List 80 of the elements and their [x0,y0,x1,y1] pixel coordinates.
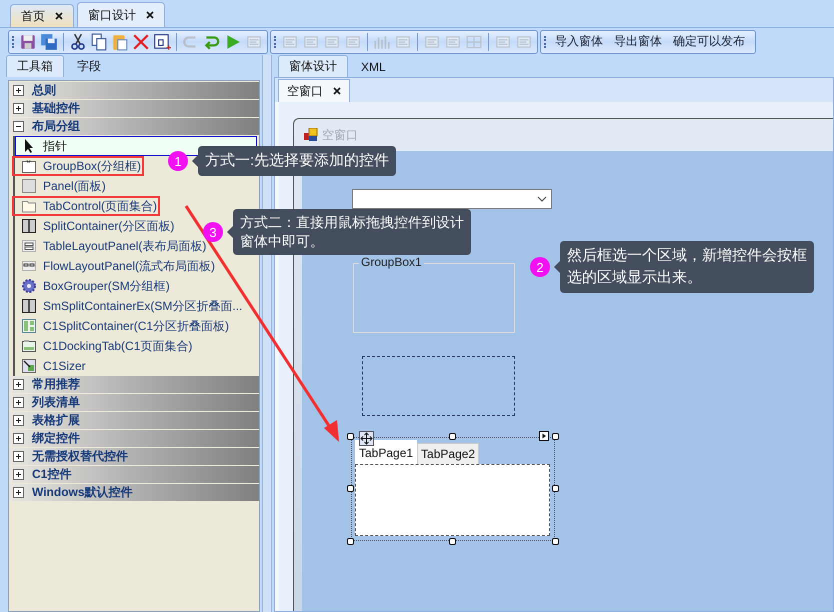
scissors-icon[interactable] [69,32,87,50]
form-title: 空窗口 [322,126,358,144]
expand-icon[interactable] [13,397,24,408]
expand-icon[interactable] [13,487,24,498]
docking-tab-icon [21,338,37,354]
text-box-icon[interactable] [153,32,171,50]
resize-handle[interactable] [347,485,354,492]
tab-page[interactable]: TabPage1 [355,440,418,464]
resize-handle[interactable] [552,538,559,545]
toolbox-category[interactable]: 总则 [9,82,259,99]
toolbox-category[interactable]: 基础控件 [9,100,259,117]
toolbox-item[interactable]: BoxGrouper(SM分组框) [15,276,171,296]
panel-tab[interactable]: 工具箱 [6,55,64,77]
toolbar-button[interactable]: 导出窗体 [610,33,666,50]
callout-tooltip: 方式一:先选择要添加的控件 [198,146,396,176]
panel-tab[interactable]: 字段 [66,55,112,77]
document-tab[interactable]: 首页 [10,4,74,27]
expand-icon[interactable] [13,379,24,390]
tab-control[interactable]: TabPage1 TabPage2 [351,437,555,541]
callout-tooltip: 然后框选一个区域，新增控件会按框选的区域显示出来。 [560,241,814,293]
toolbox-category[interactable]: 绑定控件 [9,430,259,447]
resize-handle[interactable] [552,485,559,492]
delete-icon[interactable] [132,32,150,50]
toolbox-category[interactable]: 布局分组 [9,118,259,135]
expand-icon[interactable] [13,433,24,444]
groupbox-icon [21,158,37,174]
toolbox-item[interactable]: GroupBox(分组框) [15,156,142,176]
editor-tab[interactable]: 窗体设计 [278,55,348,77]
gear-icon [21,278,37,294]
close-icon[interactable] [55,12,63,20]
expand-icon[interactable] [13,85,24,96]
resize-handle[interactable] [449,538,456,545]
toolbox-item[interactable]: TabControl(页面集合) [15,196,158,216]
toolbox-item[interactable]: C1SplitContainer(C1分区折叠面板) [15,316,230,336]
expand-icon[interactable] [13,451,24,462]
group-box-label: GroupBox1 [359,255,424,270]
move-icon[interactable] [359,431,374,446]
combo-box[interactable] [352,189,552,209]
collapse-icon[interactable] [13,121,24,132]
resize-handle[interactable] [347,538,354,545]
chevron-down-icon [537,196,547,202]
toolbox-category[interactable]: 常用推荐 [9,376,259,393]
toolbox-category[interactable]: 无需授权替代控件 [9,448,259,465]
copy-icon[interactable] [90,32,108,50]
toolbox-item[interactable]: Panel(面板) [15,176,107,196]
folder-icon [21,198,37,214]
save-all-icon[interactable] [40,32,58,50]
toolbox-item[interactable]: FlowLayoutPanel(流式布局面板) [15,256,216,276]
close-icon[interactable] [333,87,341,95]
toolbox-item[interactable]: C1DockingTab(C1页面集合) [15,336,194,356]
resize-handle[interactable] [552,433,559,440]
expand-icon[interactable] [13,415,24,426]
panel-icon [21,178,37,194]
toolbox-item[interactable]: C1Sizer [15,356,87,376]
resize-handle[interactable] [449,433,456,440]
form-icon [304,128,318,142]
callout-tooltip: 方式二：直接用鼠标拖拽控件到设计窗体中即可。 [233,209,471,255]
expand-icon[interactable] [13,469,24,480]
document-tab[interactable]: 窗口设计 [77,2,165,27]
toolbox-category[interactable]: Windows默认控件 [9,484,259,501]
split-panel-icon [21,318,37,334]
toolbar-button[interactable]: 导入窗体 [551,33,607,50]
split-panel-icon [21,218,37,234]
toolbox-item[interactable]: SplitContainer(分区面板) [15,216,176,236]
editor-tab[interactable]: XML [350,55,397,77]
paste-icon[interactable] [111,32,129,50]
smart-tag-icon[interactable] [539,431,549,441]
toolbox-item[interactable]: SmSplitContainerEx(SM分区折叠面... [15,296,244,316]
toolbox-category[interactable]: 表格扩展 [9,412,259,429]
tab-page[interactable]: TabPage2 [417,443,480,464]
toolbar-button[interactable]: 确定可以发布 [669,33,749,50]
resize-handle[interactable] [347,433,354,440]
document-tab[interactable]: 空窗口 [278,79,350,102]
table-layout-icon [21,238,37,254]
sizer-icon [21,358,37,374]
split-panel-icon [21,298,37,314]
toolbox-category[interactable]: 列表清单 [9,394,259,411]
expand-icon[interactable] [13,103,24,114]
toolbox-category[interactable]: C1控件 [9,466,259,483]
close-icon[interactable] [146,11,154,19]
